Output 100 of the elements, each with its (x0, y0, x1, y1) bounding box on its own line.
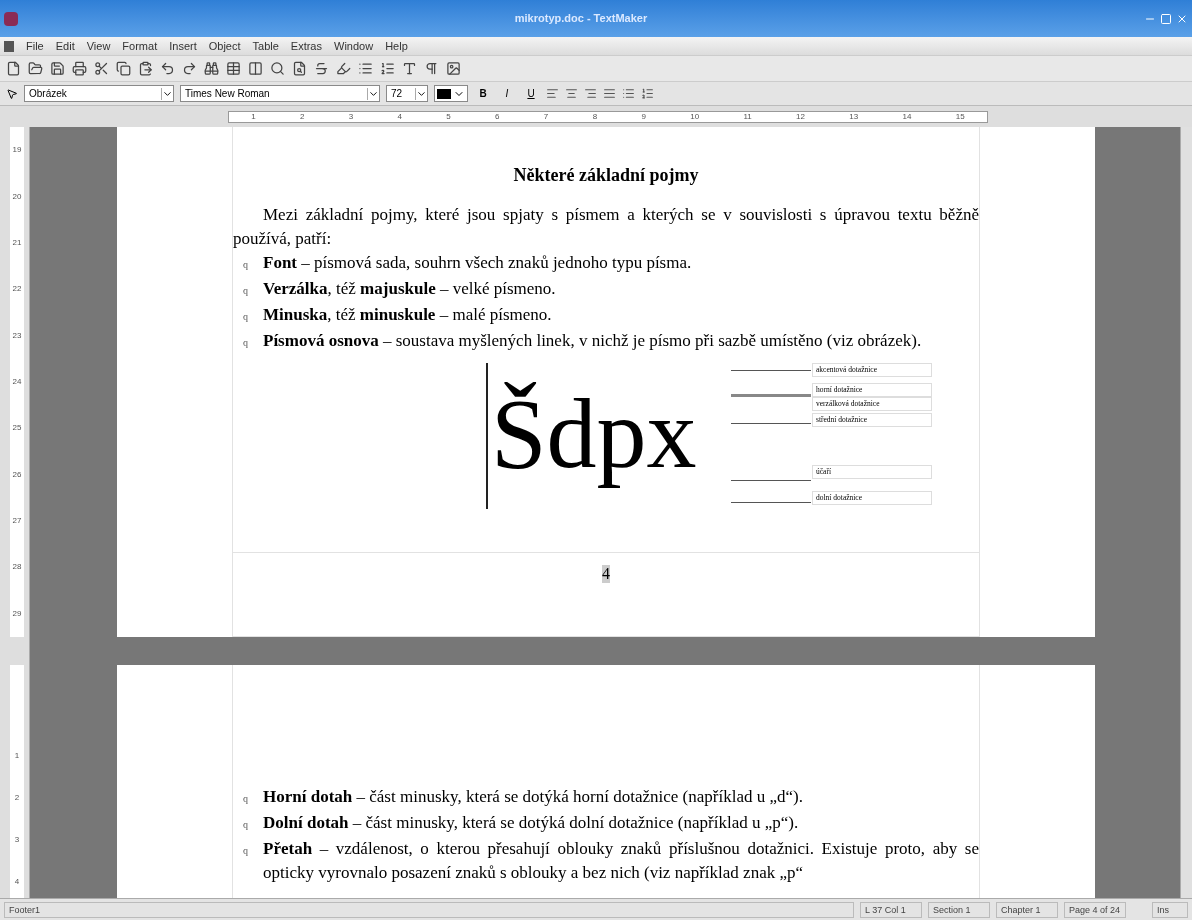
align-center-icon[interactable] (565, 87, 578, 100)
paragraph: Mezi základní pojmy, které jsou spjaty s písmem a kterých se v souvislosti s úpravou textu běžně používá, patří: (233, 204, 979, 250)
menu-item[interactable]: Object (208, 37, 241, 55)
highlighter-icon[interactable] (336, 61, 351, 76)
ruler-number: 3 (14, 834, 20, 846)
ruler-number: 3 (348, 112, 354, 121)
open-folder-icon[interactable] (28, 61, 43, 76)
bullet: q (243, 819, 248, 830)
redo-icon[interactable] (182, 61, 197, 76)
dropdown-field[interactable]: Obrázek (24, 85, 174, 102)
page-search-icon[interactable] (292, 61, 307, 76)
bullet: q (243, 845, 248, 856)
list-icon[interactable] (622, 87, 635, 100)
cut-icon[interactable] (94, 61, 109, 76)
dropdown-field[interactable]: 72 (386, 85, 428, 102)
window-title: mikrotyp.doc - TextMaker (513, 11, 649, 27)
save-icon[interactable] (50, 61, 65, 76)
menu-item[interactable]: Help (385, 37, 408, 55)
menu-item[interactable]: Insert (169, 37, 197, 55)
status-field: Chapter 1 (996, 901, 1058, 918)
list-item-text: Verzálka, též majuskule – velké písmeno. (263, 278, 557, 300)
caret-icon (161, 87, 173, 100)
zoom-icon[interactable] (270, 61, 285, 76)
ruler-number: 29 (12, 607, 22, 620)
ruler-number: 26 (12, 468, 22, 481)
columns-icon[interactable] (248, 61, 263, 76)
table-icon[interactable] (226, 61, 241, 76)
strikethrough-icon[interactable] (314, 61, 329, 76)
ruler-number: 22 (12, 283, 22, 296)
status-field: Section 1 (928, 901, 990, 918)
format-button[interactable]: U (522, 86, 540, 101)
bullet: q (243, 337, 248, 348)
paste-icon[interactable] (138, 61, 153, 76)
numbered-list-icon[interactable] (380, 61, 395, 76)
dropdown-field[interactable]: Times New Roman (180, 85, 380, 102)
copy-icon[interactable] (116, 61, 131, 76)
ruler-number: 9 (641, 112, 646, 121)
type-icon[interactable] (402, 61, 417, 76)
list-item-text: Písmová osnova – soustava myšlených linek, v nichž je písmo při sazbě umístěno (viz obrázek). (263, 330, 923, 352)
align-justify-icon[interactable] (603, 87, 616, 100)
color-picker[interactable] (434, 85, 468, 102)
list-item-text: Minuska, též minuskule – malé písmeno. (263, 304, 553, 326)
ruler-number: 8 (592, 112, 598, 121)
status-field: Footer1 (4, 901, 854, 918)
menu-item[interactable]: Table (252, 37, 279, 55)
new-file-icon[interactable] (6, 61, 21, 76)
ruler-number: 20 (12, 190, 22, 203)
bullet: q (243, 311, 248, 322)
ruler-number: 27 (12, 515, 22, 528)
ruler-number: 10 (690, 112, 700, 121)
ruler-number: 6 (495, 112, 500, 121)
pilcrow-icon[interactable] (424, 61, 439, 76)
pointer-icon[interactable] (6, 87, 18, 100)
menu-item[interactable]: Edit (55, 37, 75, 55)
ruler-number: 2 (299, 112, 305, 121)
format-button[interactable]: B (474, 86, 492, 101)
ruler-number: 13 (849, 112, 859, 121)
ruler-number: 28 (12, 561, 22, 574)
app-icon (4, 11, 18, 26)
bullet: q (243, 793, 248, 804)
sample-text: Šdpx (491, 377, 697, 491)
menu-item[interactable]: Window (334, 37, 374, 55)
ruler-number: 1 (14, 750, 20, 762)
align-left-icon[interactable] (546, 87, 559, 100)
heading: Některé základní pojmy (512, 164, 700, 187)
list-item-text: Přetah – vzdálenost, o kterou přesahují oblouky znaků příslušnou dotažnici. Existuje proto, aby se opticky vyrovnalo posazení znaků s oblouky a bez nich (viz například znak „p“ (263, 838, 979, 884)
ruler-number: 1 (251, 112, 256, 121)
status-field: Ins (1152, 901, 1188, 918)
ruler-number: 21 (12, 236, 22, 249)
ruler-number: 7 (543, 112, 549, 121)
bullet: q (243, 259, 248, 270)
numbered-list-icon[interactable] (641, 87, 654, 100)
ruler-number: 23 (12, 329, 22, 342)
menu-item[interactable]: Format (122, 37, 158, 55)
image-icon[interactable] (446, 61, 461, 76)
format-button[interactable]: I (498, 86, 516, 101)
caret-icon (367, 87, 379, 100)
maximize-icon[interactable] (1160, 12, 1172, 25)
undo-icon[interactable] (160, 61, 175, 76)
status-field: L 37 Col 1 (860, 901, 922, 918)
ruler-number: 12 (796, 112, 805, 121)
printer-icon[interactable] (72, 61, 87, 76)
menu-item[interactable]: View (86, 37, 111, 55)
bullet: q (243, 285, 248, 296)
ruler-number: 19 (12, 144, 22, 157)
menu-item[interactable]: Extras (290, 37, 322, 55)
list-item-text: Font – písmová sada, souhrn všech znaků jednoho typu písma. (263, 252, 693, 274)
ruler-number: 4 (14, 876, 20, 888)
ruler-number: 15 (955, 112, 965, 121)
color-swatch (437, 88, 451, 99)
ruler-number: 2 (14, 792, 20, 804)
ruler-number: 4 (397, 112, 402, 121)
caret-icon (415, 87, 427, 100)
binoculars-icon[interactable] (204, 61, 219, 76)
list-icon[interactable] (358, 61, 373, 76)
ruler-number: 25 (12, 422, 22, 435)
list-item-text: Horní dotah – část minusky, která se dotýká horní dotažnice (například u „d“). (263, 786, 804, 808)
align-right-icon[interactable] (584, 87, 597, 100)
ruler-number: 11 (743, 112, 752, 121)
menu-item[interactable]: File (26, 37, 44, 55)
